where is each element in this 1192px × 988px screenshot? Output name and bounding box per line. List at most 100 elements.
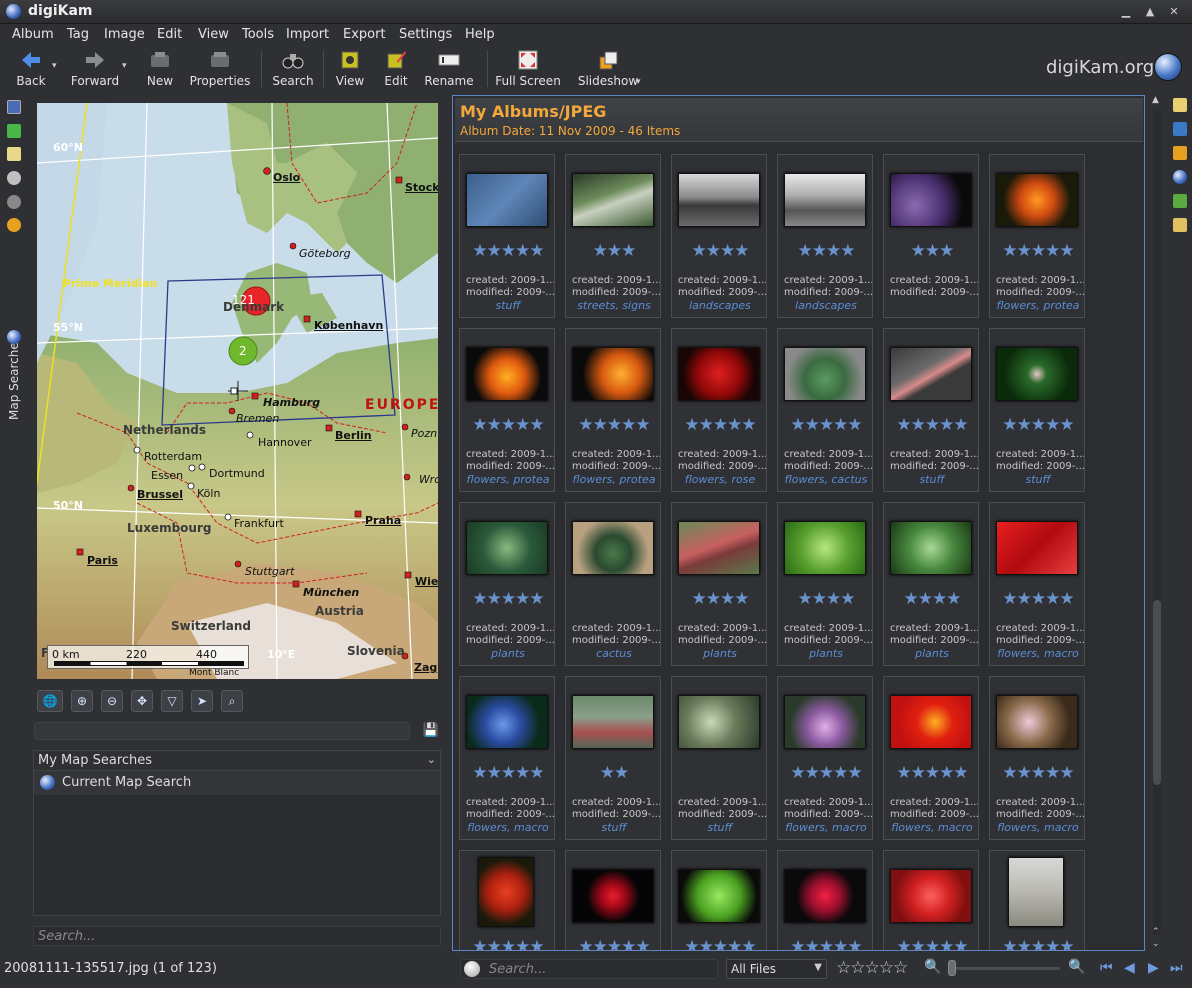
thumbnail-item[interactable]: ★★★★★created: 2009-1...modified: 2009-..… [883, 328, 979, 492]
thumbnail-tags[interactable]: flowers, macro [778, 821, 874, 834]
rating-stars[interactable]: ★★★★★ [460, 763, 556, 783]
thumbnail-tags[interactable]: flowers, rose [672, 473, 768, 486]
colors-tab-icon[interactable] [1173, 146, 1187, 160]
zoom-slider-handle[interactable] [948, 960, 956, 976]
metadata-tab-icon[interactable] [1173, 122, 1187, 136]
last-image-icon[interactable]: ⏭ [1170, 960, 1183, 976]
rating-stars[interactable]: ★★★★ [778, 241, 874, 261]
slideshow-dropdown-icon[interactable]: ▾ [636, 77, 641, 87]
thumbnail-tags[interactable]: stuff [566, 821, 662, 834]
rating-stars[interactable]: ★★★★★ [778, 415, 874, 435]
thumbnail-item[interactable]: ★★★★★created: 2009-1...modified: 2009-..… [777, 328, 873, 492]
thumbnail-item[interactable]: ★★★★★created: 2009-1...modified: 2009-..… [459, 502, 555, 666]
next-image-icon[interactable]: ▶ [1148, 960, 1159, 976]
thumbnail-image[interactable] [466, 347, 548, 401]
thumbnail-image[interactable] [996, 521, 1078, 575]
menu-edit[interactable]: Edit [157, 27, 182, 42]
thumbnail-item[interactable]: ★★★★★created: 2009-1...modified: 2009-..… [989, 850, 1086, 950]
thumbnail-image[interactable] [678, 695, 760, 749]
thumbnail-item[interactable]: ★★★★★created: 2009-1...modified: 2009-..… [459, 676, 555, 840]
thumbnail-tags[interactable]: stuff [672, 821, 768, 834]
menu-tag[interactable]: Tag [67, 27, 89, 42]
thumbnail-tags[interactable]: flowers, macro [460, 821, 556, 834]
thumbnail-tags[interactable]: stuff [884, 473, 980, 486]
rating-stars[interactable]: ★★★★★ [990, 241, 1086, 261]
rating-stars[interactable]: ★★★★★ [460, 415, 556, 435]
rating-stars[interactable]: ★★★★★ [566, 415, 662, 435]
rating-stars[interactable]: ★★★★★ [672, 415, 768, 435]
save-search-icon[interactable]: 💾 [421, 721, 441, 741]
rating-stars[interactable]: ★★★★ [884, 589, 980, 609]
menu-view[interactable]: View [198, 27, 229, 42]
rating-stars[interactable]: ★★★★★ [566, 937, 662, 950]
zoom-in-icon[interactable]: ⊕ [71, 690, 93, 712]
thumbnail-item[interactable]: ★★★ created: 2009-1... modified: 2009-... [883, 154, 979, 318]
edit-button[interactable]: Edit [378, 45, 414, 91]
thumbnail-image[interactable] [572, 521, 654, 575]
pan-icon[interactable]: ✥ [131, 690, 153, 712]
thumbnail-image[interactable] [466, 695, 548, 749]
timeline-tab-icon[interactable] [7, 171, 21, 185]
scroll-down-icon[interactable]: ⌄ [1152, 939, 1160, 949]
rating-stars[interactable]: ★★★★★ [460, 241, 556, 261]
thumbnail-tags[interactable]: plants [672, 647, 768, 660]
rating-stars[interactable]: ★★★ [566, 241, 662, 261]
rating-stars[interactable]: ★★★★★ [884, 937, 980, 950]
thumbnail-item[interactable]: ★★★★★created: 2009-1...modified: 2009-..… [459, 328, 555, 492]
selection-tool-icon[interactable]: ▽ [161, 690, 183, 712]
thumbnail-image[interactable] [1008, 857, 1064, 927]
zoom-out-icon[interactable]: ⊖ [101, 690, 123, 712]
thumbnail-tags[interactable]: flowers, protea [990, 299, 1086, 312]
thumbnail-tags[interactable]: flowers, cactus [778, 473, 874, 486]
thumbnail-item[interactable]: ★★★★★created: 2009-1...modified: 2009-..… [565, 328, 661, 492]
thumbnail-tags[interactable]: flowers, protea [566, 473, 662, 486]
new-album-button[interactable]: New [140, 45, 180, 91]
thumbnail-image[interactable] [478, 857, 534, 927]
slideshow-button[interactable]: Slideshow [576, 45, 640, 91]
rating-filter[interactable]: ☆☆☆☆☆ [836, 958, 908, 978]
thumbnail-image[interactable] [996, 173, 1078, 227]
forward-button[interactable]: Forward [70, 45, 120, 91]
thumbnail-item[interactable]: ★★★★★created: 2009-1...modified: 2009-..… [671, 850, 768, 950]
thumbnail-tags[interactable]: flowers, macro [884, 821, 980, 834]
captions-tab-icon[interactable] [1173, 194, 1187, 208]
people-tab-icon[interactable] [7, 330, 21, 344]
thumbnail-image[interactable] [784, 869, 866, 923]
thumbnail-item[interactable]: ★★★★★created: 2009-1...modified: 2009-..… [777, 676, 873, 840]
thumbnail-image[interactable] [466, 521, 548, 575]
zoom-selection-icon[interactable]: ⌕ [221, 690, 243, 712]
properties-tab-icon[interactable] [1173, 98, 1187, 112]
thumbnail-image[interactable] [466, 173, 548, 227]
tags-tab-icon[interactable] [7, 147, 21, 161]
thumbnail-item[interactable]: ★★★★★created: 2009-1...modified: 2009-..… [883, 676, 979, 840]
calendar-tab-icon[interactable] [7, 124, 21, 138]
thumbnail-item[interactable]: ★★★★★created: 2009-1...modified: 2009-..… [565, 850, 662, 950]
thumbnail-tags[interactable]: landscapes [778, 299, 874, 312]
close-icon[interactable]: ✕ [1166, 4, 1182, 20]
rating-stars[interactable]: ★★★★★ [672, 937, 768, 950]
thumbnail-item[interactable]: ★★★★★created: 2009-1...modified: 2009-..… [671, 328, 767, 492]
thumbnail-tags[interactable]: flowers, macro [990, 821, 1086, 834]
thumbnail-item[interactable]: created: 2009-1... modified: 2009-... stuf… [671, 676, 767, 840]
thumbnail-item[interactable]: ★★★★ created: 2009-1... modified: 2009-...… [883, 502, 979, 666]
rating-stars[interactable]: ★★★★★ [460, 937, 556, 950]
album-scrollbar[interactable]: ▲ ⌃ ⌄ [1150, 95, 1164, 951]
thumbnail-image[interactable] [784, 521, 866, 575]
thumbnail-tags[interactable]: plants [884, 647, 980, 660]
previous-image-icon[interactable]: ◀ [1124, 960, 1135, 976]
thumbnail-tags[interactable]: cactus [566, 647, 662, 660]
chevron-down-icon[interactable]: ⌄ [427, 753, 436, 766]
thumbnail-image[interactable] [784, 347, 866, 401]
back-dropdown-icon[interactable]: ▾ [52, 61, 57, 71]
fullscreen-button[interactable]: Full Screen [495, 45, 561, 91]
thumbnail-item[interactable]: ★★★★★created: 2009-1...modified: 2009-..… [459, 850, 556, 950]
thumbnail-image[interactable] [890, 869, 972, 923]
status-search-input[interactable]: Search... [460, 959, 718, 979]
thumbnail-image[interactable] [572, 173, 654, 227]
rating-stars[interactable]: ★★★★★ [460, 589, 556, 609]
thumbnail-image[interactable] [890, 695, 972, 749]
search-tab-icon[interactable] [7, 195, 21, 209]
thumbnail-tags[interactable]: stuff [990, 473, 1086, 486]
rating-stars[interactable]: ★★★★★ [990, 937, 1086, 950]
thumbnail-tags[interactable]: flowers, protea [460, 473, 556, 486]
